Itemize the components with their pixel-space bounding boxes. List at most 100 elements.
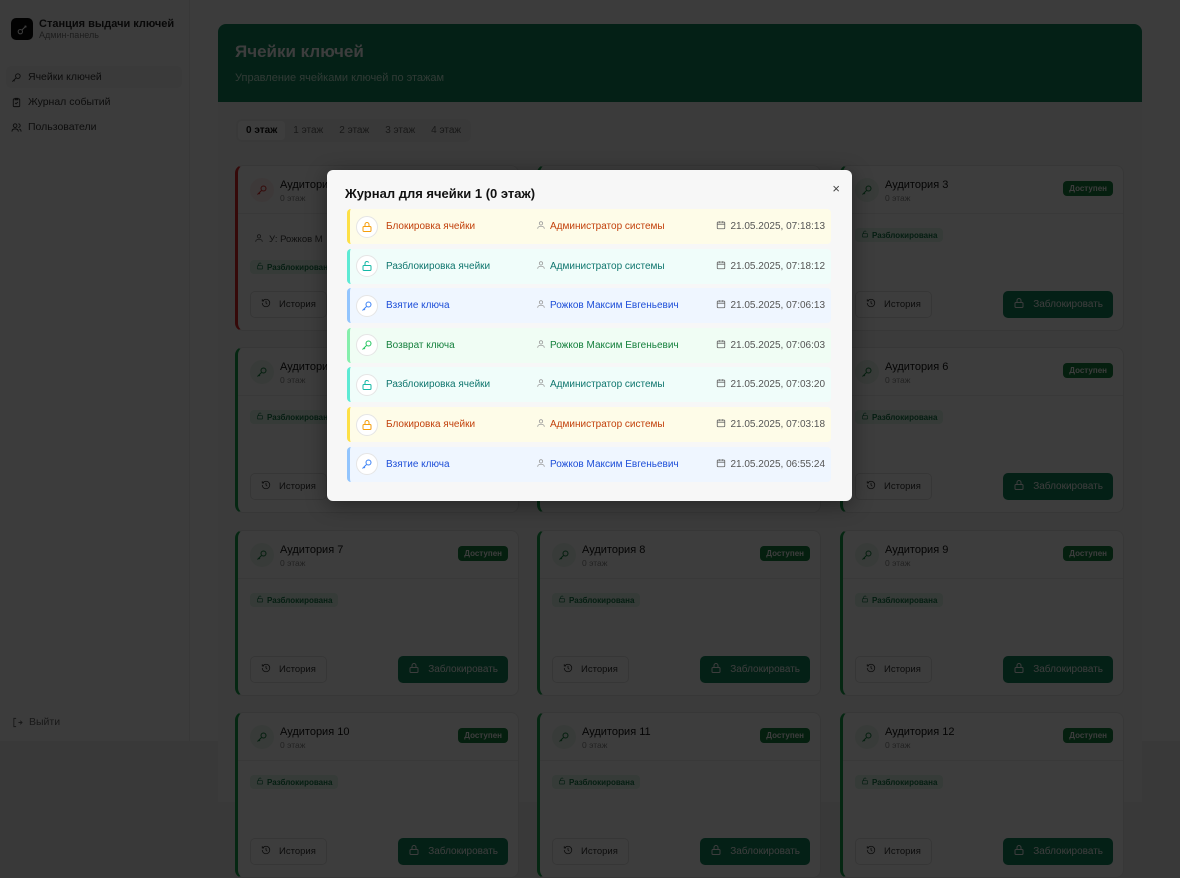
availability-badge: Доступен (1063, 546, 1113, 561)
sidebar: Станция выдачи ключей Админ-панель Ячейк… (0, 0, 190, 741)
cell-card: Аудитория 9 0 этаж Доступен Разблокирова… (840, 530, 1124, 696)
log-entry: Разблокировка ячейки Администратор систе… (347, 367, 831, 403)
lock-status-badge: Разблокирована (552, 593, 641, 607)
tab-floor-3[interactable]: 3 этаж (377, 121, 423, 140)
history-button[interactable]: История (855, 473, 932, 500)
log-entry: Блокировка ячейки Администратор системы … (347, 209, 831, 244)
close-button[interactable]: × (832, 181, 840, 196)
unlock-icon (256, 595, 264, 605)
lock-icon (408, 662, 420, 677)
sidebar-item-event-log[interactable]: Журнал событий (6, 91, 182, 113)
sidebar-item-label: Журнал событий (28, 96, 111, 108)
page-title: Ячейки ключей (235, 42, 364, 61)
sidebar-nav: Ячейки ключей Журнал событий Пользовател… (6, 66, 182, 141)
user-icon (536, 458, 546, 471)
lock-status-label: Разблокирована (267, 595, 333, 605)
log-user: Администратор системы (536, 220, 665, 233)
cell-title: Аудитория 11 (582, 726, 651, 738)
key-icon (12, 72, 21, 82)
lock-label: Заблокировать (1033, 481, 1103, 492)
logout-button[interactable]: Выйти (12, 716, 60, 728)
lock-button[interactable]: Заблокировать (1003, 656, 1113, 683)
log-time: 21.05.2025, 07:06:13 (716, 299, 825, 312)
lock-button[interactable]: Заблокировать (398, 838, 508, 865)
lock-button[interactable]: Заблокировать (1003, 838, 1113, 865)
divider (843, 213, 1123, 214)
lock-status-badge: Разблокирована (250, 260, 339, 274)
history-button[interactable]: История (855, 838, 932, 865)
lock-icon (408, 844, 420, 859)
cell-title: Аудитория 12 (885, 726, 955, 738)
divider (238, 578, 518, 579)
brand: Станция выдачи ключей Админ-панель (11, 18, 174, 40)
cell-floor: 0 этаж (582, 740, 608, 750)
lock-button[interactable]: Заблокировать (1003, 473, 1113, 500)
history-icon (563, 663, 573, 676)
history-button[interactable]: История (552, 838, 629, 865)
history-button[interactable]: История (552, 656, 629, 683)
history-button[interactable]: История (250, 838, 327, 865)
cell-card: Аудитория 12 0 этаж Доступен Разблокиров… (840, 712, 1124, 878)
history-icon (261, 480, 271, 493)
log-user: Рожков Максим Евгеньевич (536, 458, 679, 471)
history-button[interactable]: История (855, 291, 932, 318)
modal-title: Журнал для ячейки 1 (0 этаж) (345, 186, 536, 201)
lock-status-label: Разблокирована (872, 595, 938, 605)
log-user-name: Администратор системы (550, 379, 665, 391)
tab-floor-0[interactable]: 0 этаж (238, 121, 286, 140)
sidebar-item-key-cells[interactable]: Ячейки ключей (6, 66, 182, 88)
log-user-name: Рожков Максим Евгеньевич (550, 300, 679, 312)
history-button[interactable]: История (250, 656, 327, 683)
cell-title: Аудитория 8 (582, 544, 646, 556)
availability-badge: Доступен (458, 546, 508, 561)
lock-icon (1013, 844, 1025, 859)
divider (843, 395, 1123, 396)
log-user-name: Администратор системы (550, 419, 665, 430)
key-logo-icon (11, 18, 33, 40)
key-icon (250, 360, 274, 384)
lock-label: Заблокировать (730, 846, 800, 857)
history-label: История (884, 846, 921, 857)
lock-status-badge: Разблокирована (855, 775, 944, 789)
lock-icon (710, 844, 722, 859)
history-label: История (581, 664, 618, 675)
tab-floor-2[interactable]: 2 этаж (331, 121, 377, 140)
lock-label: Заблокировать (428, 664, 498, 675)
sidebar-item-users[interactable]: Пользователи (6, 116, 182, 138)
lock-status-badge: Разблокирована (855, 593, 944, 607)
key-icon (855, 178, 879, 202)
lock-label: Заблокировать (730, 664, 800, 675)
lock-button[interactable]: Заблокировать (398, 656, 508, 683)
page-subtitle: Управление ячейками ключей по этажам (235, 72, 445, 84)
cell-title: Аудитория 9 (885, 544, 949, 556)
history-icon (261, 845, 271, 858)
lock-status-label: Разблокирована (569, 595, 635, 605)
log-user: Рожков Максим Евгеньевич (536, 339, 679, 352)
calendar-icon (716, 378, 726, 391)
history-button[interactable]: История (250, 473, 327, 500)
history-button[interactable]: История (250, 291, 327, 318)
history-icon (563, 845, 573, 858)
app-subtitle: Админ-панель (39, 30, 99, 40)
unlock-icon (256, 777, 264, 787)
history-button[interactable]: История (855, 656, 932, 683)
log-timestamp: 21.05.2025, 07:18:12 (730, 260, 825, 272)
lock-status-badge: Разблокирована (855, 410, 944, 424)
lock-button[interactable]: Заблокировать (700, 656, 810, 683)
log-time: 21.05.2025, 07:06:03 (716, 339, 825, 352)
cell-card: Аудитория 11 0 этаж Доступен Разблокиров… (537, 712, 821, 878)
cell-floor: 0 этаж (582, 558, 608, 568)
cell-title: Аудитория 10 (280, 726, 350, 738)
lock-icon (1013, 479, 1025, 494)
cell-floor: 0 этаж (885, 558, 911, 568)
tab-floor-4[interactable]: 4 этаж (423, 121, 469, 140)
lock-button[interactable]: Заблокировать (1003, 291, 1113, 318)
key-icon (250, 725, 274, 749)
lock-button[interactable]: Заблокировать (700, 838, 810, 865)
tab-floor-1[interactable]: 1 этаж (285, 121, 331, 140)
cell-floor: 0 этаж (885, 375, 911, 385)
log-time: 21.05.2025, 07:18:13 (716, 220, 825, 233)
calendar-icon (716, 418, 726, 431)
lock-status-label: Разблокирована (872, 230, 938, 240)
divider (843, 578, 1123, 579)
